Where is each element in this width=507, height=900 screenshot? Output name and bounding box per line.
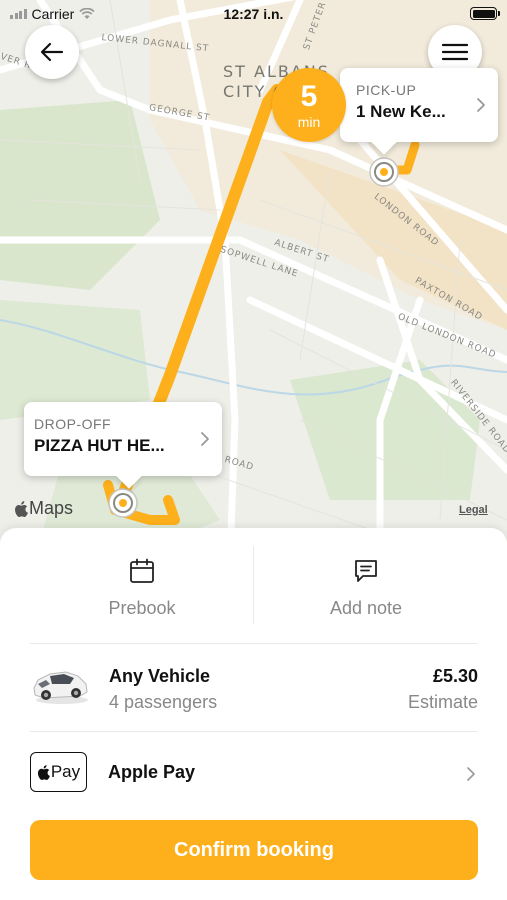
apple-pay-badge: Pay bbox=[30, 752, 87, 792]
back-button[interactable] bbox=[25, 25, 79, 79]
battery-icon bbox=[470, 7, 500, 20]
booking-sheet: Prebook Add note Any Vehicle 4 passenger… bbox=[0, 528, 507, 900]
car-icon bbox=[33, 671, 88, 704]
pickup-callout[interactable]: PICK-UP 1 New Ke... bbox=[340, 68, 498, 142]
maps-attribution: Maps bbox=[14, 498, 73, 519]
vehicle-passengers: 4 passengers bbox=[109, 692, 218, 712]
pickup-address: 1 New Ke... bbox=[356, 102, 446, 121]
pickup-caption: PICK-UP bbox=[356, 82, 417, 98]
note-icon bbox=[355, 560, 377, 582]
chevron-right-icon bbox=[467, 767, 475, 781]
apple-pay-badge-label: Pay bbox=[50, 762, 81, 781]
payment-method-selector[interactable]: Pay Apple Pay bbox=[30, 732, 478, 814]
dropoff-caption: DROP-OFF bbox=[34, 416, 112, 432]
apple-logo-icon bbox=[15, 500, 28, 517]
divider bbox=[253, 546, 254, 624]
dropoff-callout[interactable]: DROP-OFF PIZZA HUT HE... bbox=[24, 402, 222, 476]
vehicle-selector[interactable]: Any Vehicle 4 passengers £5.30 Estimate bbox=[30, 644, 478, 732]
add-note-label: Add note bbox=[329, 598, 403, 618]
hamburger-menu-icon bbox=[442, 43, 468, 61]
eta-unit: min bbox=[297, 114, 321, 130]
payment-method-name: Apple Pay bbox=[108, 762, 196, 782]
add-note-button[interactable]: Add note bbox=[254, 528, 478, 643]
vehicle-name: Any Vehicle bbox=[109, 666, 211, 686]
calendar-icon bbox=[130, 558, 154, 583]
chevron-right-icon bbox=[477, 98, 485, 112]
status-time: 12:27 i.n. bbox=[223, 6, 284, 22]
fare-price: £5.30 bbox=[432, 666, 478, 686]
back-arrow-icon bbox=[40, 42, 64, 62]
dropoff-address: PIZZA HUT HE... bbox=[34, 436, 165, 455]
prebook-button[interactable]: Prebook bbox=[30, 528, 254, 643]
eta-badge: 5 min bbox=[272, 68, 346, 142]
eta-value: 5 bbox=[300, 80, 318, 113]
apple-logo-icon bbox=[37, 764, 50, 780]
status-bar: Carrier 12:27 i.n. bbox=[0, 0, 507, 28]
chevron-right-icon bbox=[201, 432, 209, 446]
fare-estimate-label: Estimate bbox=[407, 692, 478, 712]
legal-link[interactable]: Legal bbox=[459, 504, 488, 516]
confirm-booking-button[interactable]: Confirm booking bbox=[30, 820, 478, 880]
maps-label: Maps bbox=[29, 498, 74, 518]
prebook-label: Prebook bbox=[108, 598, 176, 618]
actions-row: Prebook Add note bbox=[30, 528, 478, 644]
